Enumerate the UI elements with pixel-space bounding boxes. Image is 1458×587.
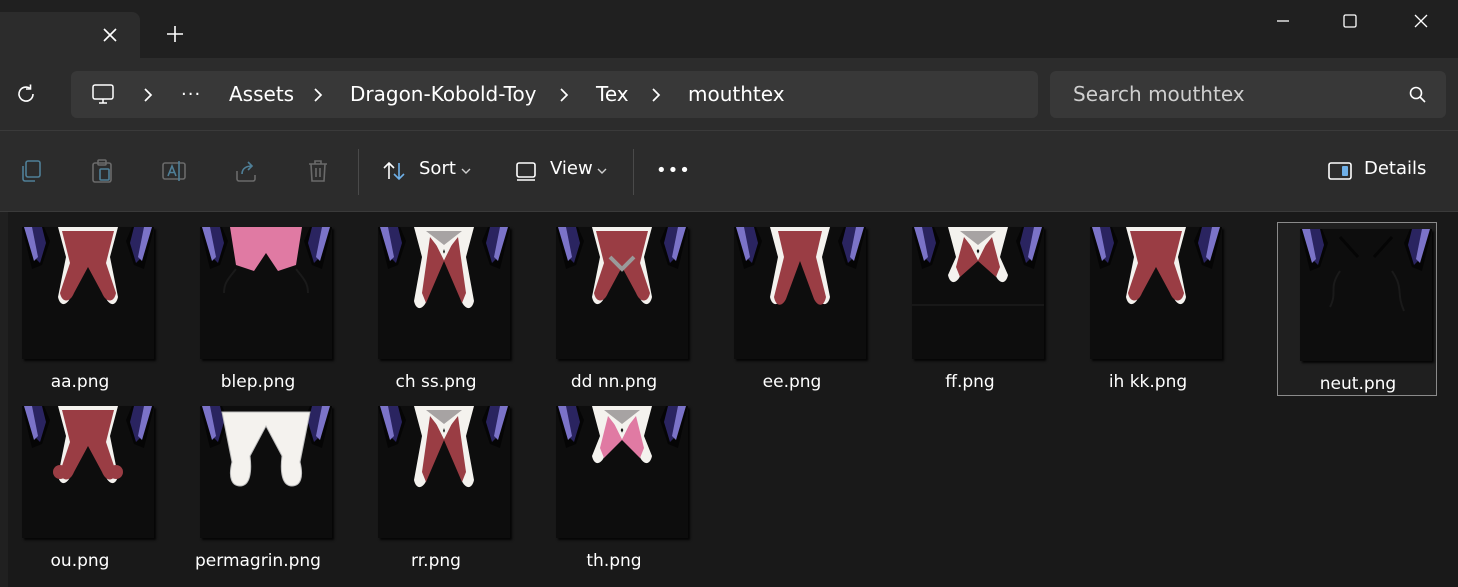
file-item[interactable]: rr.png: [356, 400, 516, 574]
paste-icon[interactable]: [88, 157, 116, 185]
breadcrumb-tex[interactable]: Tex: [596, 71, 629, 118]
file-thumbnail: [378, 227, 510, 359]
breadcrumb-mouthtex[interactable]: mouthtex: [688, 71, 785, 118]
copy-icon[interactable]: [17, 157, 45, 185]
close-icon[interactable]: [100, 25, 120, 45]
file-thumbnail: [200, 406, 332, 538]
file-name-label: neut.png: [1319, 374, 1397, 394]
file-name-label: blep.png: [220, 372, 296, 392]
share-icon[interactable]: [232, 157, 260, 185]
command-bar: Sort View ••• Details: [0, 130, 1458, 212]
file-item[interactable]: ih kk.png: [1068, 221, 1228, 395]
file-name-label: rr.png: [411, 551, 461, 571]
file-item[interactable]: ch ss.png: [356, 221, 516, 395]
refresh-icon[interactable]: [14, 82, 38, 106]
details-button[interactable]: Details: [1327, 155, 1427, 187]
chevron-right-icon[interactable]: [649, 87, 663, 103]
file-name-label: ou.png: [50, 551, 110, 571]
search-input[interactable]: Search mouthtex: [1050, 71, 1446, 118]
breadcrumb-overflow[interactable]: ···: [181, 71, 201, 118]
rename-icon[interactable]: [160, 157, 188, 185]
file-thumbnail: [556, 227, 688, 359]
view-label: View: [550, 158, 593, 179]
file-item[interactable]: ou.png: [0, 400, 160, 574]
chevron-right-icon[interactable]: [141, 87, 155, 103]
file-thumbnail: [1300, 229, 1432, 361]
view-icon: [516, 162, 536, 181]
file-item[interactable]: ff.png: [890, 221, 1050, 395]
details-label: Details: [1364, 158, 1427, 179]
more-options-button[interactable]: •••: [656, 155, 691, 187]
file-item[interactable]: permagrin.png: [178, 400, 338, 574]
file-name-label: ff.png: [945, 372, 995, 392]
details-pane-icon: [1328, 162, 1352, 180]
delete-icon[interactable]: [304, 157, 332, 185]
file-thumbnail: [556, 406, 688, 538]
file-name-label: th.png: [586, 551, 642, 571]
sort-label: Sort: [419, 158, 456, 179]
address-row: ··· Assets Dragon-Kobold-Toy Tex mouthte…: [0, 58, 1458, 130]
file-thumbnail: [22, 227, 154, 359]
toolbar-separator: [633, 149, 634, 195]
file-thumbnail: [734, 227, 866, 359]
window-close-icon[interactable]: [1398, 6, 1444, 36]
file-item[interactable]: ee.png: [712, 221, 872, 395]
file-name-label: ih kk.png: [1108, 372, 1188, 392]
plus-icon[interactable]: [164, 23, 186, 45]
search-icon[interactable]: [1408, 85, 1428, 105]
breadcrumb-dragon-kobold-toy[interactable]: Dragon-Kobold-Toy: [350, 71, 537, 118]
nav-pane-edge: [0, 212, 8, 587]
minimize-icon[interactable]: [1260, 6, 1306, 36]
chevron-down-icon: [597, 168, 607, 174]
file-thumbnail: [200, 227, 332, 359]
file-item[interactable]: aa.png: [0, 221, 160, 395]
search-placeholder: Search mouthtex: [1073, 82, 1245, 106]
file-name-label: dd nn.png: [570, 372, 658, 392]
file-thumbnail: [1090, 227, 1222, 359]
tab-active[interactable]: [0, 12, 140, 58]
chevron-right-icon[interactable]: [311, 87, 325, 103]
view-button[interactable]: View: [515, 155, 615, 187]
file-thumbnail: [22, 406, 154, 538]
file-thumbnail: [912, 227, 1044, 359]
toolbar-separator: [358, 149, 359, 195]
file-item[interactable]: dd nn.png: [534, 221, 694, 395]
monitor-icon[interactable]: [91, 82, 115, 106]
maximize-icon[interactable]: [1327, 6, 1373, 36]
chevron-right-icon[interactable]: [557, 87, 571, 103]
address-bar[interactable]: ··· Assets Dragon-Kobold-Toy Tex mouthte…: [71, 71, 1038, 118]
file-item[interactable]: th.png: [534, 400, 694, 574]
file-name-label: permagrin.png: [195, 551, 321, 571]
file-name-label: aa.png: [50, 372, 110, 392]
file-thumbnail: [378, 406, 510, 538]
title-bar: [0, 0, 1458, 58]
sort-icon: [383, 161, 405, 181]
file-item[interactable]: neut.png: [1277, 222, 1437, 396]
file-grid: aa.png blep.png ch ss.png dd nn.png ee.png ff…: [0, 212, 1458, 587]
sort-button[interactable]: Sort: [382, 155, 477, 187]
chevron-down-icon: [461, 168, 471, 174]
breadcrumb-assets[interactable]: Assets: [229, 71, 294, 118]
file-name-label: ee.png: [762, 372, 822, 392]
file-item[interactable]: blep.png: [178, 221, 338, 395]
file-name-label: ch ss.png: [395, 372, 477, 392]
